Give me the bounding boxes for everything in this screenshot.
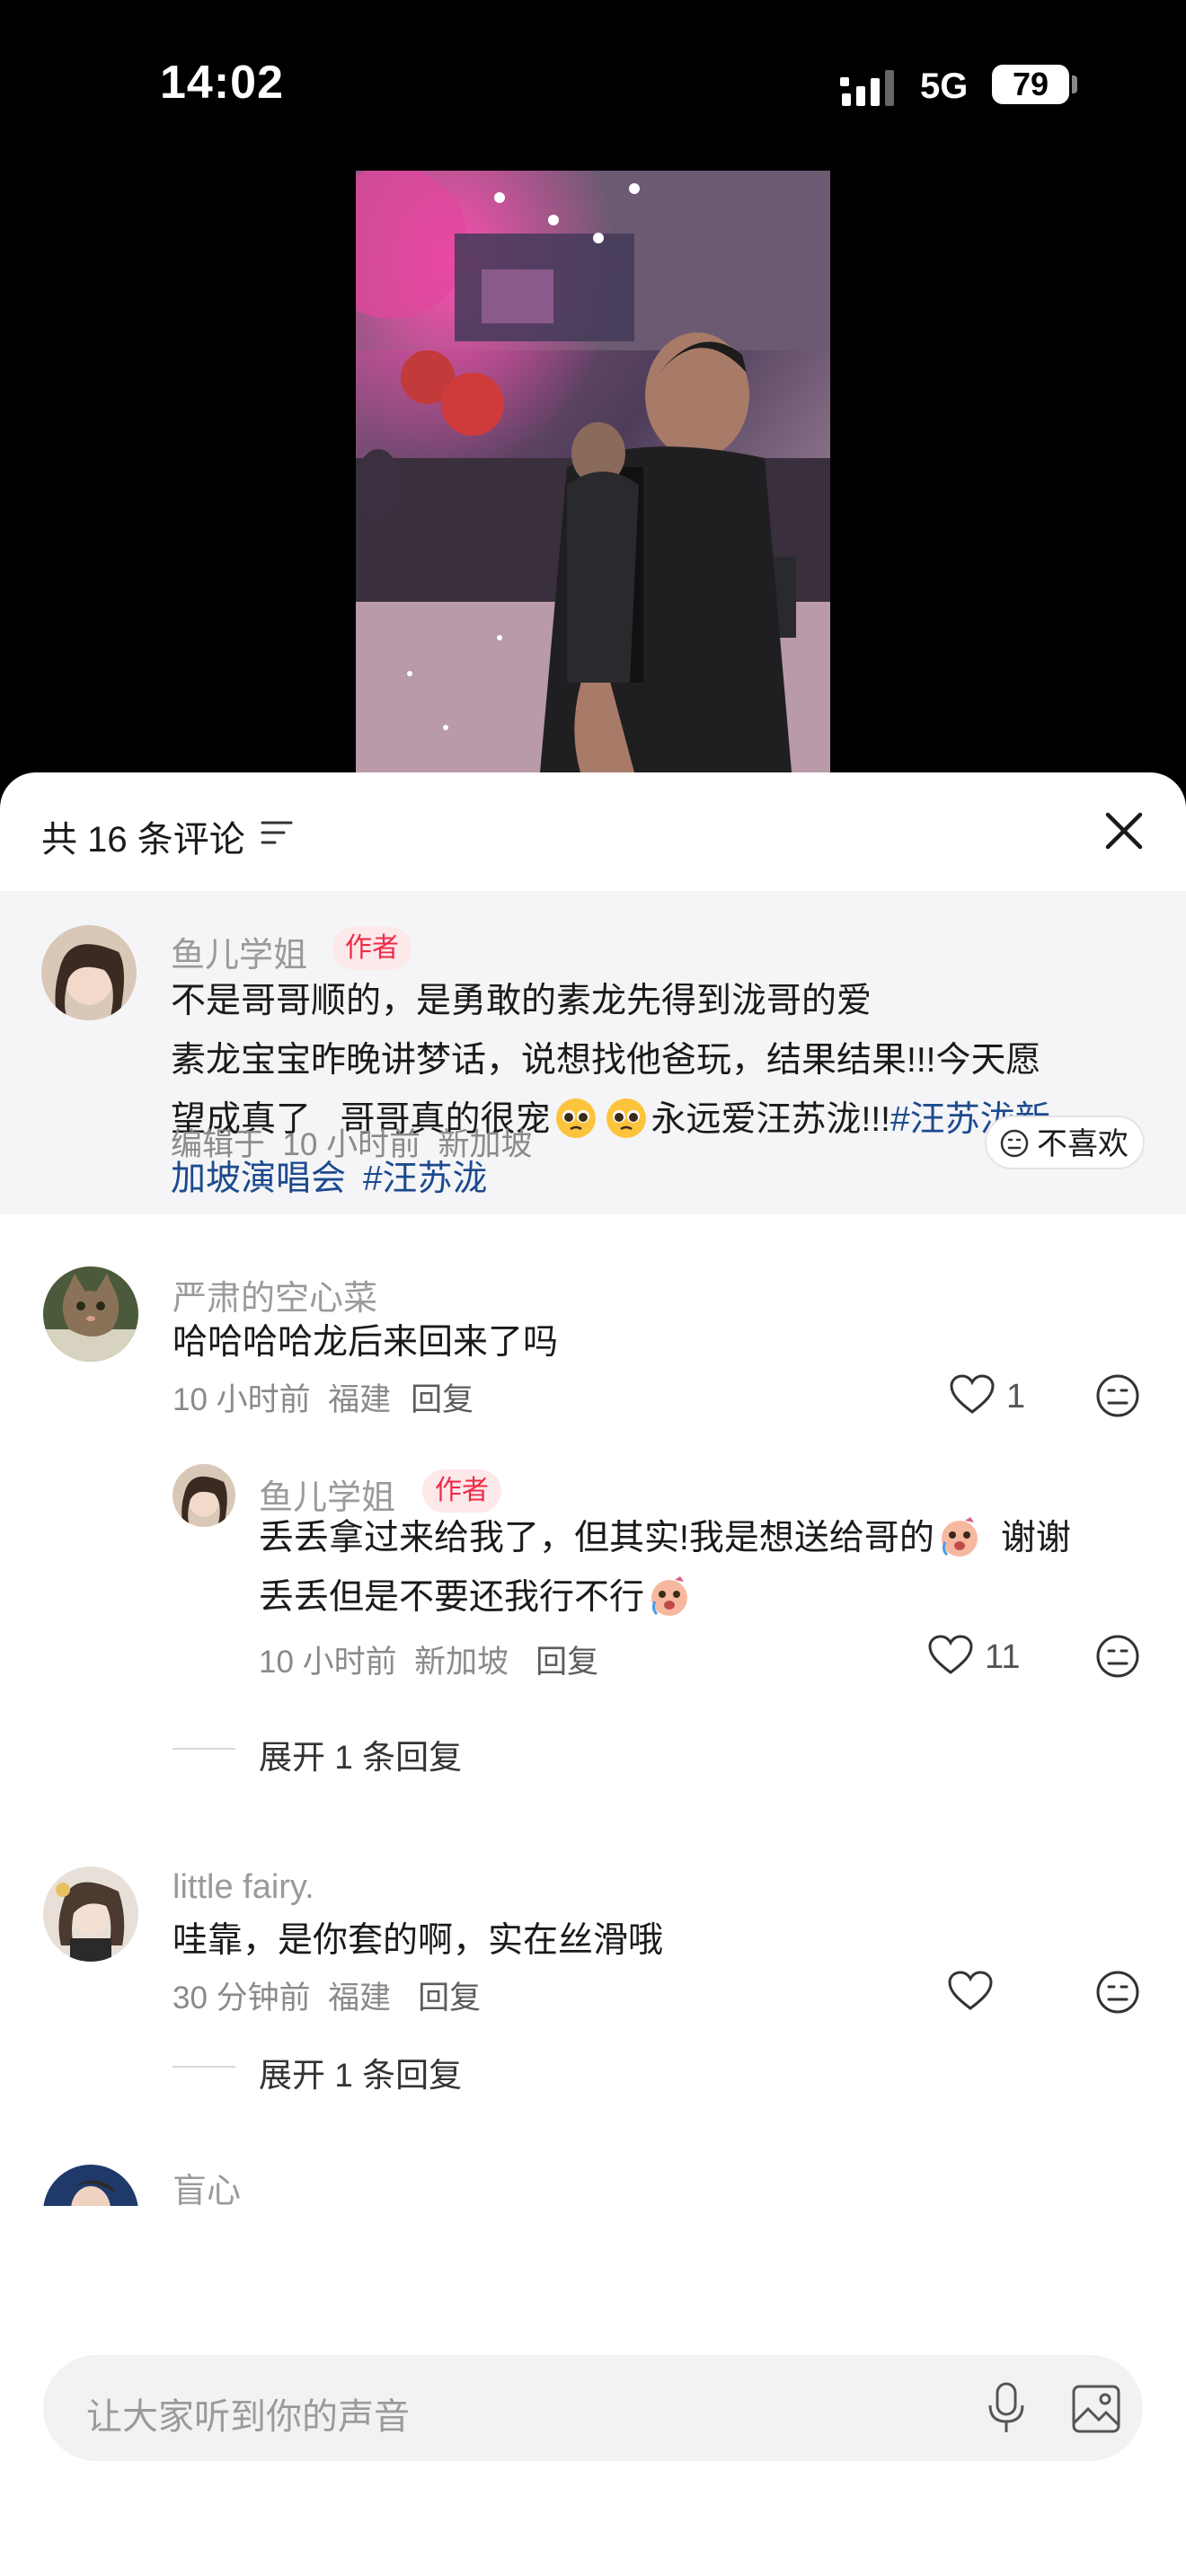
crying-face-emoji-icon [651,1576,688,1616]
comment-input[interactable]: 让大家听到你的声音 [43,2355,1143,2461]
heart-icon[interactable] [927,1635,974,1676]
dislike-button[interactable]: 不喜欢 [985,1116,1145,1169]
heart-icon[interactable] [947,1971,994,2012]
comment-text: 哈哈哈哈龙后来回来了吗 [173,1323,559,1362]
comment-meta: 10 小时前 福建 回复 [173,1382,474,1417]
dislike-label: 不喜欢 [1037,1127,1128,1161]
comment-item: 严肃的空心菜 哈哈哈哈龙后来回来了吗 10 小时前 福建 回复 1 鱼儿学姐 作… [0,1214,1186,1834]
reply-button[interactable]: 回复 [418,1981,481,2016]
comment-line: 素龙宝宝昨晚讲梦话，说想找他爸玩，结果结果!!!今天愿 [171,1041,1041,1080]
expand-divider [173,1748,235,1750]
status-time: 14:02 [160,57,284,109]
author-badge: 作者 [332,927,412,970]
author-comment: 鱼儿学姐 作者 不是哥哥顺的，是勇敢的素龙先得到泷哥的爱 素龙宝宝昨晚讲梦话，说… [0,891,1186,1214]
pleading-face-emoji-icon [555,1098,596,1138]
comment-meta: 30 分钟前 福建 回复 [173,1981,482,2016]
battery-level: 79 [992,65,1069,104]
dislike-face-icon[interactable] [1094,1969,1141,2016]
comment-username[interactable]: little fairy. [173,1868,314,1907]
expand-replies-button[interactable]: 展开 1 条回复 [259,1730,462,1778]
reply-item: 鱼儿学姐 作者 丢丢拿过来给我了，但其实!我是想送给哥的 谢谢 丢丢但是不要还我行… [0,1457,1186,1690]
expand-replies-button[interactable]: 展开 1 条回复 [259,2048,462,2096]
comment-text: 丢丢拿过来给我了，但其实!我是想送给哥的 谢谢 丢丢但是不要还我行不行 [259,1509,1157,1628]
comment-username[interactable]: 鱼儿学姐 [171,927,307,976]
comment-item: little fairy. 哇靠，是你套的啊，实在丝滑哦 30 分钟前 福建 回复… [0,1834,1186,2139]
signal-icon [840,70,894,106]
expand-divider [173,2066,235,2068]
battery-cap [1072,75,1077,93]
pleading-face-emoji-icon [606,1098,646,1138]
comment-count: 共 16 条评论 [41,820,245,860]
comment-username[interactable]: 严肃的空心菜 [173,1270,377,1319]
author-badge: 作者 [422,1469,501,1513]
avatar[interactable] [43,1866,138,1962]
comment-line: 不是哥哥顺的，是勇敢的素龙先得到泷哥的爱 [171,982,872,1020]
avatar[interactable] [41,925,137,1020]
comment-text: 哇靠，是你套的啊，实在丝滑哦 [173,1921,664,1960]
reply-button[interactable]: 回复 [535,1645,598,1680]
avatar[interactable] [173,1464,235,1527]
heart-icon[interactable] [949,1374,996,1416]
hashtag-link[interactable]: 加坡演唱会 [171,1160,346,1198]
avatar[interactable] [43,2165,138,2206]
like-count: 11 [985,1638,1021,1676]
hashtag-link[interactable]: #汪苏泷 [363,1160,488,1198]
image-icon[interactable] [1071,2384,1121,2434]
comment-item: 盲心 [0,2139,1186,2206]
video-thumbnail [356,171,830,772]
reply-button[interactable]: 回复 [411,1382,474,1417]
like-count: 1 [1006,1378,1026,1416]
comments-sheet: 共 16 条评论 鱼儿学姐 作者 不是哥哥顺的，是勇敢的素龙先得到泷哥的爱 素龙… [0,772,1186,2576]
comment-meta: 编辑于 10 小时前 新加坡 [171,1127,533,1162]
avatar[interactable] [43,1266,138,1362]
comment-input-placeholder: 让大家听到你的声音 [86,2397,410,2437]
comment-line: 丢丢但是不要还我行不行 [259,1568,1157,1628]
comment-line: 丢丢拿过来给我了，但其实!我是想送给哥的 谢谢 [259,1509,1157,1568]
sort-filter-icon[interactable] [261,819,295,846]
comment-username[interactable]: 盲心 [173,2163,241,2206]
microphone-icon[interactable] [987,2382,1026,2436]
sheet-header: 共 16 条评论 [0,772,1186,891]
crying-face-emoji-icon [941,1517,978,1557]
neutral-face-icon [1000,1129,1029,1158]
dislike-face-icon[interactable] [1094,1372,1141,1419]
network-label: 5G [920,66,969,106]
status-bar: 14:02 5G 79 [0,0,1186,171]
comment-text: 不是哥哥顺的，是勇敢的素龙先得到泷哥的爱 素龙宝宝昨晚讲梦话，说想找他爸玩，结果… [171,972,1141,1209]
video-area[interactable] [0,171,1186,781]
dislike-face-icon[interactable] [1094,1633,1141,1680]
close-icon[interactable] [1103,810,1145,851]
comment-meta: 10 小时前 新加坡 回复 [259,1645,599,1680]
video-frame[interactable] [356,171,830,772]
